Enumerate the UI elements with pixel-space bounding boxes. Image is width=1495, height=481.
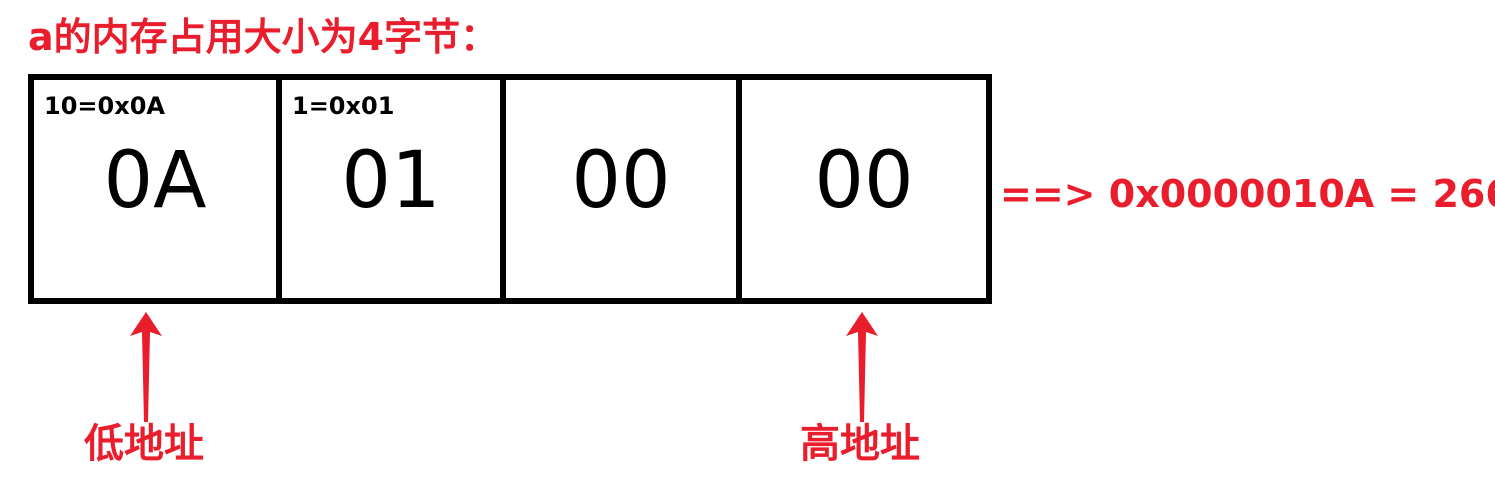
result-text: ==> 0x0000010A = 266	[1000, 172, 1495, 216]
memory-byte-1: 1=0x01 01	[282, 80, 506, 298]
diagram-title: a的内存占用大小为4字节：	[28, 15, 499, 59]
low-address-label: 低地址	[84, 421, 204, 467]
byte-note: 10=0x0A	[44, 92, 165, 120]
memory-byte-3: 00	[742, 80, 986, 298]
high-address-label: 高地址	[800, 421, 920, 467]
memory-block: 10=0x0A 0A 1=0x01 01 00 00	[28, 74, 992, 304]
arrow-up-icon	[846, 312, 878, 422]
byte-value: 01	[341, 136, 441, 226]
byte-note: 1=0x01	[292, 92, 395, 120]
byte-value: 00	[571, 136, 671, 226]
memory-byte-0: 10=0x0A 0A	[34, 80, 282, 298]
byte-value: 0A	[103, 136, 207, 226]
arrow-up-icon	[130, 312, 162, 422]
memory-byte-2: 00	[506, 80, 742, 298]
byte-value: 00	[814, 136, 914, 226]
